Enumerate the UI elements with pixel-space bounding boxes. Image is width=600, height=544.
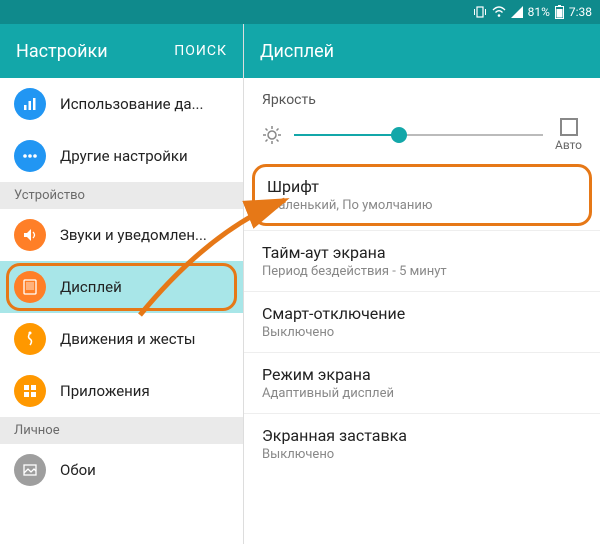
sidebar-item-motions[interactable]: Движения и жесты bbox=[0, 313, 243, 365]
sidebar-item-label: Дисплей bbox=[60, 278, 122, 296]
vibrate-icon bbox=[473, 6, 487, 18]
clock: 7:38 bbox=[569, 5, 592, 19]
sidebar-item-sounds[interactable]: Звуки и уведомлен... bbox=[0, 209, 243, 261]
sidebar-item-label: Обои bbox=[60, 461, 96, 479]
sidebar-item-label: Другие настройки bbox=[60, 147, 188, 165]
sidebar-item-label: Приложения bbox=[60, 382, 150, 400]
setting-sub: Период бездействия - 5 минут bbox=[262, 264, 582, 279]
detail-panel: Дисплей Яркость Авто Шрифт bbox=[244, 24, 600, 544]
brightness-section: Яркость Авто bbox=[244, 78, 600, 160]
brightness-label: Яркость bbox=[262, 92, 582, 108]
sidebar: Настройки ПОИСК Использование да... Друг… bbox=[0, 24, 244, 544]
setting-timeout[interactable]: Тайм-аут экрана Период бездействия - 5 м… bbox=[244, 230, 600, 291]
setting-sub: Адаптивный дисплей bbox=[262, 386, 582, 401]
data-usage-icon bbox=[14, 88, 46, 120]
sidebar-item-data-usage[interactable]: Использование да... bbox=[0, 78, 243, 130]
section-device: Устройство bbox=[0, 182, 243, 209]
left-header: Настройки ПОИСК bbox=[0, 24, 243, 78]
motion-icon bbox=[14, 323, 46, 355]
search-button[interactable]: ПОИСК bbox=[174, 43, 227, 59]
sidebar-item-label: Движения и жесты bbox=[60, 330, 195, 348]
sidebar-item-display[interactable]: Дисплей bbox=[0, 261, 243, 313]
sidebar-item-wallpaper[interactable]: Обои bbox=[0, 444, 243, 496]
battery-pct: 81% bbox=[528, 5, 550, 19]
auto-brightness-checkbox[interactable] bbox=[560, 118, 578, 136]
sidebar-item-more[interactable]: Другие настройки bbox=[0, 130, 243, 182]
more-icon bbox=[14, 140, 46, 172]
setting-smart-stay[interactable]: Смарт-отключение Выключено bbox=[244, 291, 600, 352]
detail-title: Дисплей bbox=[260, 41, 334, 62]
auto-label: Авто bbox=[555, 138, 582, 152]
battery-icon bbox=[555, 5, 564, 19]
setting-sub: Выключено bbox=[262, 447, 582, 462]
setting-screen-mode[interactable]: Режим экрана Адаптивный дисплей bbox=[244, 352, 600, 413]
setting-sub: Выключено bbox=[262, 325, 582, 340]
setting-title: Режим экрана bbox=[262, 365, 582, 384]
sidebar-item-label: Звуки и уведомлен... bbox=[60, 226, 207, 244]
setting-title: Экранная заставка bbox=[262, 426, 582, 445]
apps-icon bbox=[14, 375, 46, 407]
wallpaper-icon bbox=[14, 454, 46, 486]
right-header: Дисплей bbox=[244, 24, 600, 78]
brightness-icon bbox=[262, 125, 282, 145]
signal-icon bbox=[511, 6, 523, 18]
status-bar: 81% 7:38 bbox=[0, 0, 600, 24]
setting-daydream[interactable]: Экранная заставка Выключено bbox=[244, 413, 600, 474]
sidebar-item-apps[interactable]: Приложения bbox=[0, 365, 243, 417]
setting-title: Тайм-аут экрана bbox=[262, 243, 582, 262]
settings-title: Настройки bbox=[16, 41, 108, 62]
wifi-icon bbox=[492, 6, 506, 18]
setting-sub: Маленький, По умолчанию bbox=[267, 198, 577, 213]
setting-font[interactable]: Шрифт Маленький, По умолчанию bbox=[252, 164, 592, 226]
setting-title: Шрифт bbox=[267, 177, 577, 196]
setting-title: Смарт-отключение bbox=[262, 304, 582, 323]
display-icon bbox=[14, 271, 46, 303]
section-personal: Личное bbox=[0, 417, 243, 444]
sound-icon bbox=[14, 219, 46, 251]
sidebar-item-label: Использование да... bbox=[60, 95, 203, 113]
brightness-slider[interactable] bbox=[294, 125, 543, 145]
